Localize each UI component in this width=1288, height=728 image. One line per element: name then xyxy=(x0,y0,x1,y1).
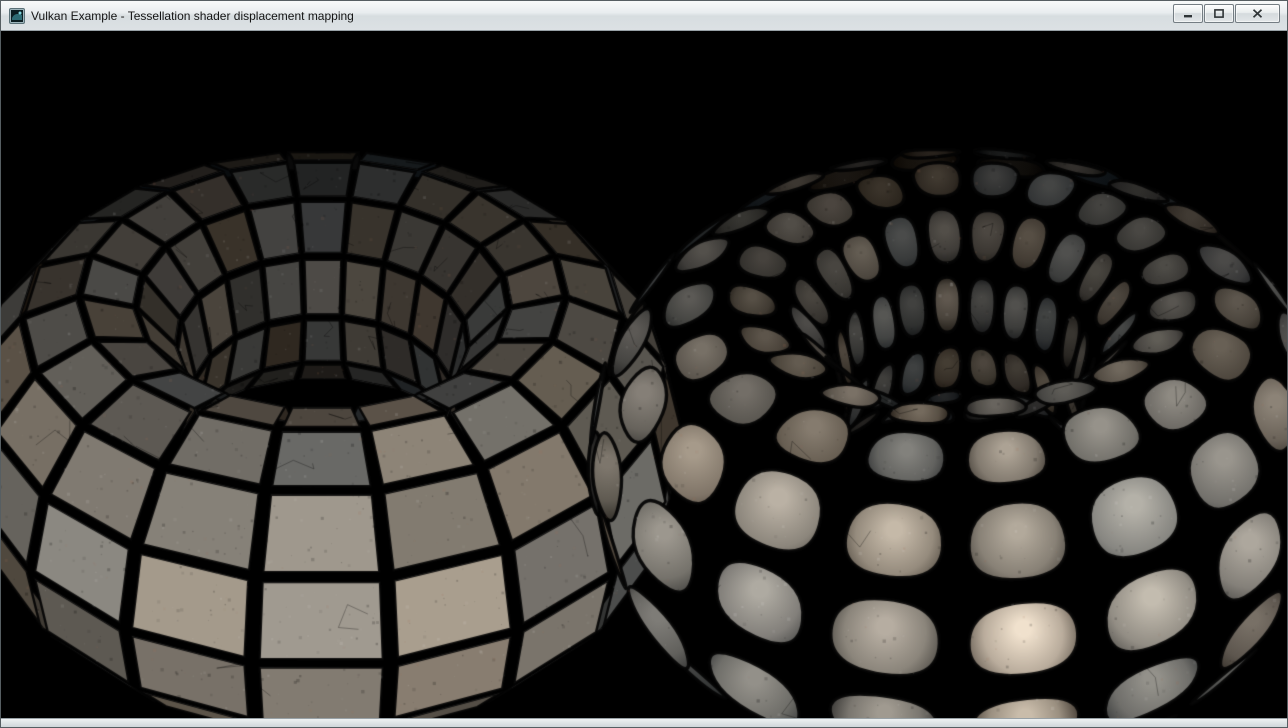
minimize-button[interactable] xyxy=(1173,4,1203,23)
render-canvas[interactable] xyxy=(1,31,1287,718)
close-button[interactable] xyxy=(1235,4,1280,23)
caption-buttons xyxy=(1173,4,1280,23)
maximize-icon xyxy=(1214,9,1224,18)
title-bar[interactable]: Vulkan Example - Tessellation shader dis… xyxy=(1,1,1287,31)
app-icon[interactable] xyxy=(9,8,25,24)
window-bottom-frame xyxy=(1,718,1287,727)
close-icon xyxy=(1252,9,1263,18)
minimize-icon xyxy=(1183,9,1193,18)
window-title: Vulkan Example - Tessellation shader dis… xyxy=(31,9,354,23)
maximize-button[interactable] xyxy=(1204,4,1234,23)
application-window: Vulkan Example - Tessellation shader dis… xyxy=(0,0,1288,728)
